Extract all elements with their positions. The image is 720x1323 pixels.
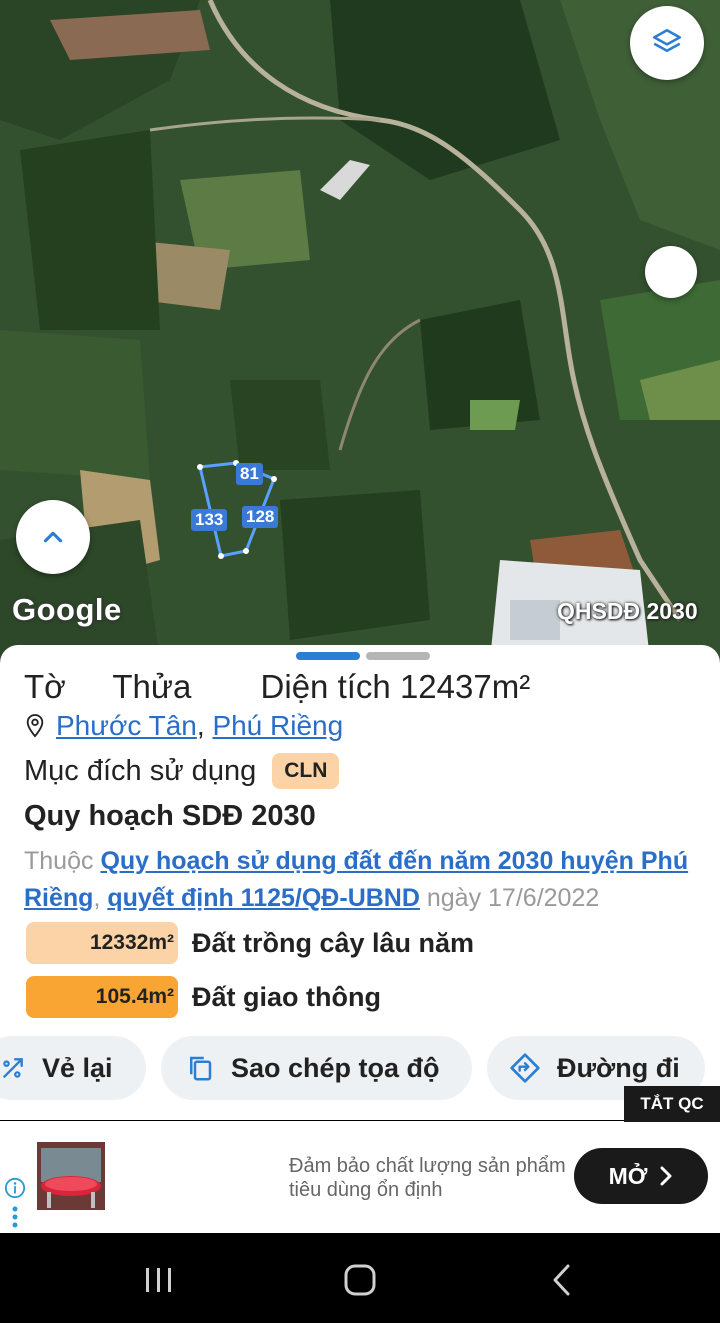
decision-date: ngày 17/6/2022 bbox=[426, 884, 600, 912]
copy-coordinates-button[interactable]: Sao chép tọa độ bbox=[161, 1036, 472, 1100]
plot-number-label: 128 bbox=[242, 506, 279, 528]
satellite-imagery bbox=[0, 0, 720, 660]
layers-button[interactable] bbox=[630, 6, 704, 80]
plan-title: Quy hoạch SDĐ 2030 bbox=[24, 800, 316, 832]
back-icon[interactable] bbox=[550, 1264, 574, 1296]
ad-line-1: Đảm bảo chất lượng sản phẩm bbox=[289, 1155, 566, 1177]
land-use-amount: 12332m² bbox=[26, 922, 178, 964]
ad-open-button[interactable]: MỞ bbox=[574, 1148, 708, 1204]
belongs-separator: , bbox=[93, 884, 101, 912]
location-row: Phước Tân, Phú Riềng bbox=[24, 710, 343, 742]
hide-ads-button[interactable]: TẮT QC bbox=[624, 1086, 720, 1122]
google-logo: Google bbox=[12, 592, 122, 627]
belongs-prefix: Thuộc bbox=[24, 847, 94, 875]
expand-up-button[interactable] bbox=[16, 500, 90, 574]
ad-product-image[interactable] bbox=[37, 1142, 105, 1210]
ward-link[interactable]: Phước Tân bbox=[56, 710, 197, 741]
system-navigation-bar bbox=[0, 1233, 720, 1323]
directions-icon bbox=[510, 1053, 540, 1083]
home-icon[interactable] bbox=[344, 1264, 376, 1296]
redraw-icon bbox=[3, 1058, 23, 1078]
chevron-up-icon bbox=[43, 531, 63, 543]
ad-product-graphic bbox=[37, 1142, 105, 1210]
pager-dot[interactable] bbox=[366, 652, 430, 660]
ad-copy: Đảm bảo chất lượng sản phẩm tiêu dùng ổn… bbox=[289, 1154, 579, 1202]
chevron-right-icon bbox=[660, 1166, 672, 1186]
area-label: Diện tích bbox=[260, 668, 391, 705]
ad-open-label: MỞ bbox=[608, 1162, 648, 1189]
map-layer-tag: QHSDĐ 2030 bbox=[557, 598, 698, 624]
purpose-code-badge: CLN bbox=[272, 753, 340, 789]
plot-number-label: 81 bbox=[236, 463, 263, 485]
parcel-label: Thửa bbox=[112, 668, 192, 705]
parcel-summary: Tờ Thửa Diện tích 12437m² bbox=[24, 668, 530, 706]
redraw-button[interactable]: Vẻ lại bbox=[0, 1036, 146, 1100]
ad-menu-icon[interactable] bbox=[11, 1205, 19, 1229]
copy-coordinates-label: Sao chép tọa độ bbox=[231, 1052, 440, 1083]
directions-label: Đường đi bbox=[557, 1052, 680, 1083]
district-link[interactable]: Phú Riềng bbox=[212, 710, 343, 741]
land-use-amount: 105.4m² bbox=[26, 976, 178, 1018]
plot-number-label: 133 bbox=[191, 509, 228, 531]
location-pin-icon bbox=[26, 714, 44, 738]
land-use-row: 105.4m² Đất giao thông bbox=[26, 976, 381, 1018]
plan-reference: Thuộc Quy hoạch sử dụng đất đến năm 2030… bbox=[24, 843, 704, 917]
area-value: 12437m² bbox=[399, 668, 531, 705]
copy-icon bbox=[190, 1056, 212, 1081]
ad-info-icon[interactable] bbox=[4, 1177, 26, 1199]
recent-apps-icon[interactable] bbox=[144, 1267, 174, 1293]
land-use-row: 12332m² Đất trồng cây lâu năm bbox=[26, 922, 474, 964]
redraw-label: Vẻ lại bbox=[42, 1052, 113, 1083]
ad-line-2: tiêu dùng ổn định bbox=[289, 1179, 443, 1201]
land-purpose-row: Mục đích sử dụng CLN bbox=[24, 753, 340, 789]
purpose-label: Mục đích sử dụng bbox=[24, 754, 257, 787]
land-use-name: Đất trồng cây lâu năm bbox=[192, 927, 475, 958]
layers-icon bbox=[652, 28, 682, 53]
sheet-label: Tờ bbox=[24, 668, 66, 705]
location-separator: , bbox=[196, 710, 205, 741]
satellite-map[interactable]: 81 133 128 Google QHSDĐ 2030 bbox=[0, 0, 720, 660]
map-side-button[interactable] bbox=[645, 246, 697, 298]
pager-dot-active[interactable] bbox=[296, 652, 360, 660]
land-use-name: Đất giao thông bbox=[192, 981, 381, 1012]
decision-link[interactable]: quyết định 1125/QĐ-UBND bbox=[107, 884, 420, 912]
sheet-pager[interactable] bbox=[296, 652, 430, 660]
